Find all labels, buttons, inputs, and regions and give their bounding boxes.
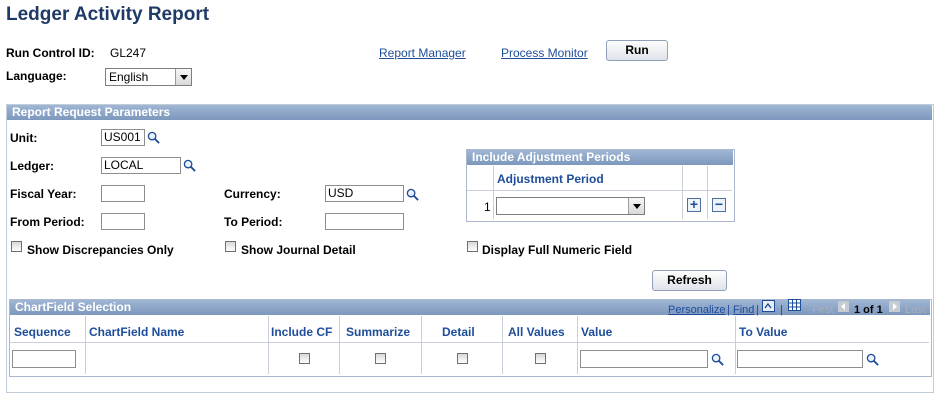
show-discrepancies-checkbox[interactable]: [11, 241, 22, 252]
language-select[interactable]: English: [105, 68, 192, 86]
chartfield-col-divider: [421, 316, 422, 374]
show-journal-detail-label: Show Journal Detail: [241, 243, 356, 257]
value-lookup-icon[interactable]: [711, 353, 724, 366]
currency-lookup-icon[interactable]: [406, 188, 419, 201]
run-control-value: GL247: [110, 46, 147, 60]
ledger-input[interactable]: LOCAL: [101, 157, 181, 174]
include-cf-column-header: Include CF: [271, 325, 333, 339]
arrow-left-icon[interactable]: [838, 301, 849, 312]
plus-icon[interactable]: +: [687, 197, 701, 212]
chartfield-col-divider: [268, 316, 269, 374]
display-full-numeric-checkbox[interactable]: [467, 241, 478, 252]
first-label: First: [812, 304, 834, 316]
report-request-parameters-header: Report Request Parameters: [7, 105, 932, 120]
language-select-value: English: [109, 70, 149, 84]
sequence-column-header: Sequence: [14, 325, 71, 339]
sequence-input[interactable]: [12, 350, 76, 368]
detail-column-header: Detail: [442, 325, 475, 339]
toolbar-separator: |: [727, 304, 730, 316]
from-period-input[interactable]: [101, 213, 145, 230]
adjustment-col-divider: [493, 166, 494, 219]
currency-input[interactable]: USD: [325, 185, 404, 202]
unit-label: Unit:: [10, 131, 38, 145]
value-column-header: Value: [581, 325, 613, 339]
refresh-button[interactable]: Refresh: [652, 270, 727, 291]
unit-input[interactable]: US001: [101, 129, 145, 146]
toolbar-separator: |: [780, 304, 783, 316]
process-monitor-link[interactable]: Process Monitor: [501, 46, 588, 60]
chartfield-header-divider: [10, 342, 929, 343]
run-button[interactable]: Run: [606, 40, 668, 61]
fiscal-year-input[interactable]: [101, 185, 145, 202]
chartfield-col-divider: [577, 316, 578, 374]
to-value-column-header: To Value: [739, 325, 788, 339]
to-period-input[interactable]: [325, 213, 404, 230]
summarize-column-header: Summarize: [346, 325, 411, 339]
to-value-lookup-icon[interactable]: [866, 353, 879, 366]
ledger-label: Ledger:: [10, 159, 55, 173]
personalize-link[interactable]: Personalize: [668, 304, 725, 316]
to-value-input[interactable]: [737, 350, 863, 368]
adjustment-col-divider: [682, 166, 683, 219]
chartfield-name-column-header: ChartField Name: [89, 325, 185, 339]
chartfield-col-divider: [339, 316, 340, 374]
currency-label: Currency:: [224, 187, 281, 201]
zoom-icon[interactable]: [762, 300, 775, 312]
chevron-down-icon: [175, 69, 191, 85]
ledger-lookup-icon[interactable]: [183, 159, 196, 172]
unit-lookup-icon[interactable]: [147, 131, 160, 144]
adjustment-period-column-header: Adjustment Period: [497, 172, 604, 186]
arrow-right-icon[interactable]: [889, 301, 900, 312]
adjustment-row-divider: [467, 190, 732, 191]
to-period-label: To Period:: [224, 215, 283, 229]
all-values-checkbox[interactable]: [535, 353, 546, 364]
chartfield-col-divider: [85, 316, 86, 374]
detail-checkbox[interactable]: [457, 353, 468, 364]
toolbar-separator: |: [756, 304, 759, 316]
adjustment-periods-header: Include Adjustment Periods: [467, 150, 733, 165]
last-label: Last: [905, 304, 926, 316]
adjustment-row-number: 1: [484, 200, 491, 214]
run-control-label: Run Control ID:: [6, 46, 95, 60]
chartfield-col-divider: [735, 316, 736, 374]
value-input[interactable]: [580, 350, 708, 368]
language-label: Language:: [6, 69, 67, 83]
adjustment-period-select[interactable]: [496, 197, 645, 215]
all-values-column-header: All Values: [508, 325, 565, 339]
include-cf-checkbox[interactable]: [299, 353, 310, 364]
find-link[interactable]: Find: [733, 304, 754, 316]
display-full-numeric-label: Display Full Numeric Field: [482, 243, 633, 257]
minus-icon[interactable]: −: [712, 197, 726, 212]
report-manager-link[interactable]: Report Manager: [379, 46, 466, 60]
show-journal-detail-checkbox[interactable]: [225, 241, 236, 252]
from-period-label: From Period:: [10, 215, 85, 229]
page-count: 1 of 1: [854, 304, 883, 316]
page-title: Ledger Activity Report: [6, 4, 210, 25]
chevron-down-icon: [628, 198, 644, 214]
adjustment-col-divider: [707, 166, 708, 219]
summarize-checkbox[interactable]: [375, 353, 386, 364]
fiscal-year-label: Fiscal Year:: [10, 187, 77, 201]
chartfield-col-divider: [502, 316, 503, 374]
grid-download-icon[interactable]: [788, 299, 801, 311]
show-discrepancies-label: Show Discrepancies Only: [27, 243, 174, 257]
